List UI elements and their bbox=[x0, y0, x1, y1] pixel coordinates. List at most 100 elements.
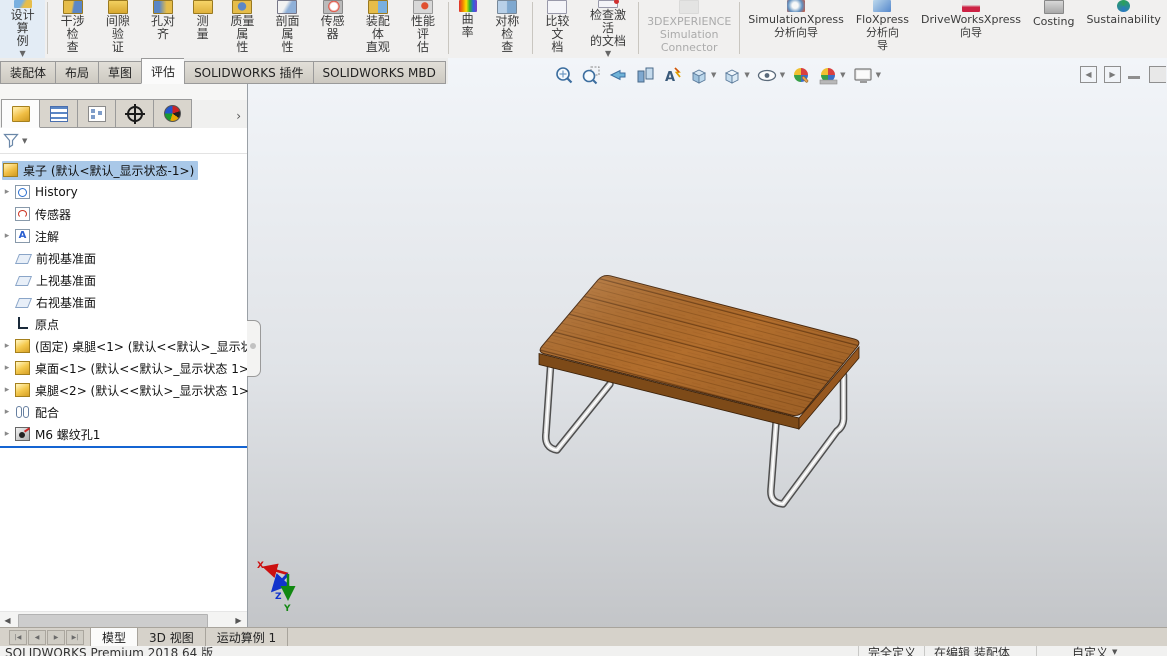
tab-sketch[interactable]: 草图 bbox=[98, 61, 141, 84]
ribbon-section-properties[interactable]: 剖面属 性 bbox=[265, 0, 310, 58]
table-model[interactable] bbox=[539, 276, 859, 504]
section-view-icon bbox=[635, 65, 656, 86]
collapse-pane-left-button[interactable]: ◀ bbox=[1080, 66, 1097, 83]
tab-solidworks-mbd[interactable]: SOLIDWORKS MBD bbox=[313, 61, 446, 84]
previous-tab-button[interactable] bbox=[28, 630, 46, 645]
expand-arrow-icon[interactable] bbox=[0, 429, 14, 439]
dropdown-caret-icon: ▼ bbox=[876, 71, 881, 79]
hide-show-items-button[interactable]: ▼ bbox=[754, 64, 787, 87]
expand-arrow-icon[interactable] bbox=[0, 231, 14, 241]
tree-item-sensors[interactable]: 传感器 bbox=[0, 203, 247, 225]
ribbon-simulationxpress[interactable]: SimulationXpress 分析向导 bbox=[742, 0, 850, 58]
ribbon-performance-evaluation[interactable]: 性能评 估 bbox=[400, 0, 445, 58]
ribbon-driveworksxpress[interactable]: DriveWorksXpress 向导 bbox=[915, 0, 1027, 58]
tree-item-top-plane[interactable]: 上视基准面 bbox=[0, 269, 247, 291]
mass-properties-icon bbox=[232, 0, 252, 14]
minimize-button[interactable] bbox=[1128, 67, 1142, 82]
next-tab-button[interactable] bbox=[47, 630, 65, 645]
ribbon-interference-check[interactable]: 干涉检 查 bbox=[50, 0, 95, 58]
sensors-icon bbox=[15, 207, 30, 221]
ribbon-assembly-visualization[interactable]: 装配体 直观 bbox=[355, 0, 400, 58]
first-tab-button[interactable] bbox=[9, 630, 27, 645]
tab-configurationmanager[interactable] bbox=[78, 99, 116, 128]
hole-wizard-icon bbox=[15, 427, 30, 441]
scroll-left-icon[interactable]: ◀ bbox=[0, 613, 15, 627]
tree-filter[interactable]: ▼ bbox=[0, 128, 247, 154]
tab-dimxpertmanager[interactable] bbox=[116, 99, 154, 128]
history-icon bbox=[15, 185, 30, 199]
ribbon-measure[interactable]: 测量 bbox=[186, 0, 220, 58]
tab-layout[interactable]: 布局 bbox=[55, 61, 98, 84]
tree-item-annotations[interactable]: 注解 bbox=[0, 225, 247, 247]
expand-arrow-icon[interactable] bbox=[0, 407, 14, 417]
tab-evaluate[interactable]: 评估 bbox=[141, 58, 184, 84]
assembly-visualization-icon bbox=[368, 0, 388, 14]
tree-item-origin[interactable]: 原点 bbox=[0, 313, 247, 335]
restore-button[interactable] bbox=[1149, 66, 1166, 83]
expand-arrow-icon[interactable] bbox=[0, 385, 14, 395]
view-orientation-button[interactable]: ▼ bbox=[687, 64, 718, 87]
section-view-button[interactable] bbox=[633, 64, 658, 87]
ribbon-curvature[interactable]: 曲率 bbox=[451, 0, 485, 58]
triad-y-label: Y bbox=[283, 604, 291, 614]
tree-item-leg1[interactable]: (固定) 桌腿<1> (默认<<默认>_显示状 bbox=[0, 335, 247, 357]
floxpress-icon bbox=[873, 0, 891, 12]
status-custom[interactable]: 自定义 bbox=[1072, 646, 1108, 656]
ribbon-hole-alignment[interactable]: 孔对齐 bbox=[140, 0, 185, 58]
panel-tabs-overflow-icon[interactable]: › bbox=[236, 109, 241, 123]
tree-item-leg2[interactable]: 桌腿<2> (默认<<默认>_显示状态 1> bbox=[0, 379, 247, 401]
collapse-pane-right-button[interactable]: ▶ bbox=[1104, 66, 1121, 83]
featuremanager-icon bbox=[12, 106, 30, 122]
model-view[interactable]: X Z Y bbox=[247, 58, 1167, 628]
ribbon-costing[interactable]: Costing bbox=[1027, 0, 1080, 58]
tab-displaymanager[interactable] bbox=[154, 99, 192, 128]
tab-motion-study-1[interactable]: 运动算例 1 bbox=[206, 628, 288, 646]
tree-item-root[interactable]: 桌子 (默认<默认_显示状态-1>) bbox=[0, 159, 247, 181]
3dexperience-connector-icon bbox=[679, 0, 699, 14]
ribbon-clearance-verification[interactable]: 间隙验 证 bbox=[95, 0, 140, 58]
ribbon-mass-properties[interactable]: 质量属 性 bbox=[220, 0, 265, 58]
ribbon-symmetry-check[interactable]: 对称检 查 bbox=[485, 0, 530, 58]
tab-solidworks-addins[interactable]: SOLIDWORKS 插件 bbox=[184, 61, 312, 84]
tab-model[interactable]: 模型 bbox=[90, 628, 138, 646]
rollback-bar[interactable] bbox=[0, 446, 247, 448]
tree-item-right-plane[interactable]: 右视基准面 bbox=[0, 291, 247, 313]
graphics-area[interactable]: X Z Y bbox=[247, 58, 1167, 628]
apply-scene-button[interactable]: ▼ bbox=[816, 64, 847, 87]
view-settings-button[interactable]: ▼ bbox=[850, 64, 883, 87]
ribbon-compare-documents[interactable]: 比较文 档 bbox=[535, 0, 580, 58]
tree-item-history[interactable]: History bbox=[0, 181, 247, 203]
part-icon bbox=[15, 361, 30, 375]
zoom-to-area-button[interactable] bbox=[579, 64, 604, 87]
tree-item-tabletop[interactable]: 桌面<1> (默认<<默认>_显示状态 1> bbox=[0, 357, 247, 379]
display-style-button[interactable]: ▼ bbox=[720, 64, 751, 87]
ribbon-sensor[interactable]: 传感器 bbox=[310, 0, 355, 58]
previous-view-button[interactable] bbox=[606, 64, 631, 87]
tree-item-mates[interactable]: 配合 bbox=[0, 401, 247, 423]
ribbon-check-active-document[interactable]: 检查激活 的文档 ▼ bbox=[580, 0, 636, 58]
tree-horizontal-scrollbar[interactable]: ◀ ▶ bbox=[0, 611, 247, 628]
ribbon-design-study[interactable]: 设计算 例 ▼ bbox=[0, 0, 45, 58]
ribbon-floxpress[interactable]: FloXpress 分析向 导 bbox=[850, 0, 915, 58]
tree-item-m6-thread-hole[interactable]: M6 螺纹孔1 bbox=[0, 423, 247, 445]
edit-appearance-button[interactable] bbox=[789, 64, 814, 87]
expand-arrow-icon[interactable] bbox=[0, 363, 14, 373]
scroll-right-icon[interactable]: ▶ bbox=[231, 613, 246, 627]
tab-assembly[interactable]: 装配体 bbox=[0, 61, 55, 84]
last-tab-button[interactable] bbox=[66, 630, 84, 645]
expand-arrow-icon[interactable] bbox=[0, 187, 14, 197]
tab-3d-views[interactable]: 3D 视图 bbox=[138, 628, 206, 646]
hide-show-annotations-button[interactable]: A bbox=[660, 64, 685, 87]
ribbon-sustainability[interactable]: Sustainability bbox=[1080, 0, 1166, 58]
tab-propertymanager[interactable] bbox=[40, 99, 78, 128]
section-properties-icon bbox=[277, 0, 297, 14]
tab-featuremanager[interactable] bbox=[1, 99, 40, 128]
panel-collapse-handle[interactable] bbox=[247, 320, 261, 377]
performance-evaluation-icon bbox=[413, 0, 433, 14]
tree-item-front-plane[interactable]: 前视基准面 bbox=[0, 247, 247, 269]
scrollbar-thumb[interactable] bbox=[18, 614, 208, 628]
expand-arrow-icon[interactable] bbox=[0, 341, 14, 351]
status-bar: SOLIDWORKS Premium 2018 64 版 完全定义 在编辑 装配… bbox=[0, 646, 1167, 656]
app-version-text: SOLIDWORKS Premium 2018 64 版 bbox=[5, 646, 213, 656]
zoom-to-fit-button[interactable] bbox=[552, 64, 577, 87]
